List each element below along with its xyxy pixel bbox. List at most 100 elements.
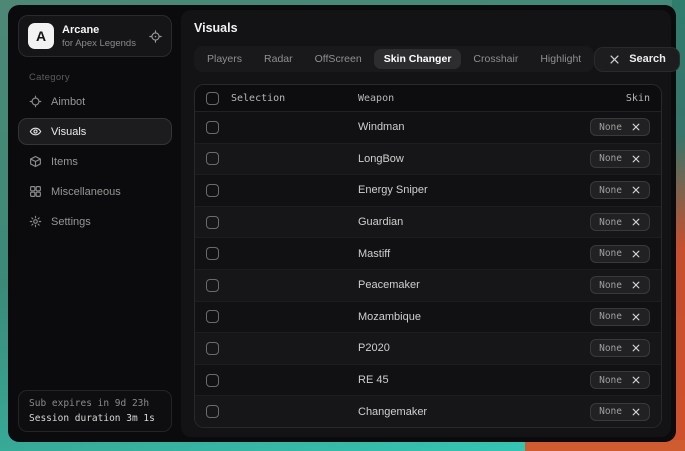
skin-value: None <box>599 248 622 259</box>
row-checkbox[interactable] <box>206 216 219 229</box>
app-logo: A <box>28 23 54 49</box>
search-button[interactable]: Search <box>594 47 680 72</box>
row-checkbox[interactable] <box>206 374 219 387</box>
app-window: A Arcane for Apex Legends Category Aimbo… <box>8 5 676 442</box>
page-title: Visuals <box>194 21 662 35</box>
weapon-name: Guardian <box>358 216 403 228</box>
row-checkbox[interactable] <box>206 279 219 292</box>
clear-skin-icon[interactable] <box>631 407 641 417</box>
tab-crosshair[interactable]: Crosshair <box>463 49 528 69</box>
skin-changer-table: Selection Weapon Skin Windman None LongB… <box>194 84 662 428</box>
tab-radar[interactable]: Radar <box>254 49 303 69</box>
skin-value: None <box>599 280 622 291</box>
skin-value: None <box>599 375 622 386</box>
skin-badge[interactable]: None <box>590 308 650 326</box>
app-subtitle: for Apex Legends <box>62 38 141 49</box>
app-header-card: A Arcane for Apex Legends <box>18 15 172 57</box>
grid-icon <box>29 185 42 198</box>
sidebar-item-miscellaneous[interactable]: Miscellaneous <box>18 178 172 205</box>
weapon-name: Peacemaker <box>358 279 420 291</box>
clear-skin-icon[interactable] <box>631 343 641 353</box>
skin-badge[interactable]: None <box>590 276 650 294</box>
table-row[interactable]: LongBow None <box>195 143 661 175</box>
row-checkbox[interactable] <box>206 152 219 165</box>
skin-value: None <box>599 185 622 196</box>
skin-value: None <box>599 311 622 322</box>
table-row[interactable]: P2020 None <box>195 332 661 364</box>
weapon-name: RE 45 <box>358 374 389 386</box>
weapon-name: Windman <box>358 121 404 133</box>
skin-badge[interactable]: None <box>590 150 650 168</box>
sidebar-item-aimbot[interactable]: Aimbot <box>18 88 172 115</box>
skin-value: None <box>599 217 622 228</box>
row-checkbox[interactable] <box>206 121 219 134</box>
sidebar-item-label: Visuals <box>51 126 86 138</box>
sidebar-item-label: Settings <box>51 216 91 228</box>
skin-badge[interactable]: None <box>590 118 650 136</box>
skin-badge[interactable]: None <box>590 181 650 199</box>
row-checkbox[interactable] <box>206 342 219 355</box>
row-checkbox[interactable] <box>206 310 219 323</box>
column-header-selection: Selection <box>231 93 285 104</box>
weapon-name: Energy Sniper <box>358 184 428 196</box>
eye-icon <box>29 125 42 138</box>
tab-skin-changer[interactable]: Skin Changer <box>374 49 462 69</box>
skin-value: None <box>599 343 622 354</box>
sidebar-item-settings[interactable]: Settings <box>18 208 172 235</box>
box-icon <box>29 155 42 168</box>
weapon-name: LongBow <box>358 153 404 165</box>
session-duration-text: Session duration 3m 1s <box>29 413 161 424</box>
weapon-name: P2020 <box>358 342 390 354</box>
target-icon[interactable] <box>149 30 162 43</box>
sidebar-item-visuals[interactable]: Visuals <box>18 118 172 145</box>
row-checkbox[interactable] <box>206 405 219 418</box>
app-name: Arcane <box>62 24 141 36</box>
search-button-label: Search <box>629 53 666 65</box>
table-row[interactable]: Energy Sniper None <box>195 174 661 206</box>
column-header-weapon: Weapon <box>358 93 626 104</box>
sidebar-nav: Aimbot Visuals Items Miscellaneous Setti… <box>18 88 172 235</box>
select-all-checkbox[interactable] <box>206 92 219 105</box>
session-info-card: Sub expires in 9d 23h Session duration 3… <box>18 390 172 432</box>
sidebar-item-label: Aimbot <box>51 96 85 108</box>
category-label: Category <box>29 72 172 83</box>
skin-badge[interactable]: None <box>590 245 650 263</box>
row-checkbox[interactable] <box>206 247 219 260</box>
skin-badge[interactable]: None <box>590 371 650 389</box>
tab-players[interactable]: Players <box>197 49 252 69</box>
sidebar: A Arcane for Apex Legends Category Aimbo… <box>13 10 175 437</box>
table-row[interactable]: Changemaker None <box>195 395 661 427</box>
table-row[interactable]: Guardian None <box>195 206 661 238</box>
clear-skin-icon[interactable] <box>631 312 641 322</box>
clear-skin-icon[interactable] <box>631 185 641 195</box>
tab-bar: PlayersRadarOffScreenSkin ChangerCrossha… <box>194 46 594 72</box>
app-titles: Arcane for Apex Legends <box>62 24 141 49</box>
skin-badge[interactable]: None <box>590 403 650 421</box>
weapon-name: Mastiff <box>358 248 390 260</box>
tab-offscreen[interactable]: OffScreen <box>305 49 372 69</box>
table-row[interactable]: Mozambique None <box>195 301 661 333</box>
skin-badge[interactable]: None <box>590 213 650 231</box>
column-header-skin: Skin <box>626 93 650 104</box>
clear-skin-icon[interactable] <box>631 217 641 227</box>
table-row[interactable]: Peacemaker None <box>195 269 661 301</box>
table-row[interactable]: Mastiff None <box>195 237 661 269</box>
clear-skin-icon[interactable] <box>631 122 641 132</box>
skin-badge[interactable]: None <box>590 339 650 357</box>
search-icon <box>608 53 621 66</box>
clear-skin-icon[interactable] <box>631 154 641 164</box>
gear-icon <box>29 215 42 228</box>
table-row[interactable]: Windman None <box>195 112 661 143</box>
table-header-row: Selection Weapon Skin <box>195 85 661 112</box>
main-panel: Visuals PlayersRadarOffScreenSkin Change… <box>181 10 671 437</box>
clear-skin-icon[interactable] <box>631 280 641 290</box>
skin-value: None <box>599 406 622 417</box>
clear-skin-icon[interactable] <box>631 249 641 259</box>
toolbar: PlayersRadarOffScreenSkin ChangerCrossha… <box>194 46 662 72</box>
row-checkbox[interactable] <box>206 184 219 197</box>
clear-skin-icon[interactable] <box>631 375 641 385</box>
sidebar-item-items[interactable]: Items <box>18 148 172 175</box>
skin-value: None <box>599 122 622 133</box>
table-row[interactable]: RE 45 None <box>195 364 661 396</box>
tab-highlight[interactable]: Highlight <box>530 49 591 69</box>
